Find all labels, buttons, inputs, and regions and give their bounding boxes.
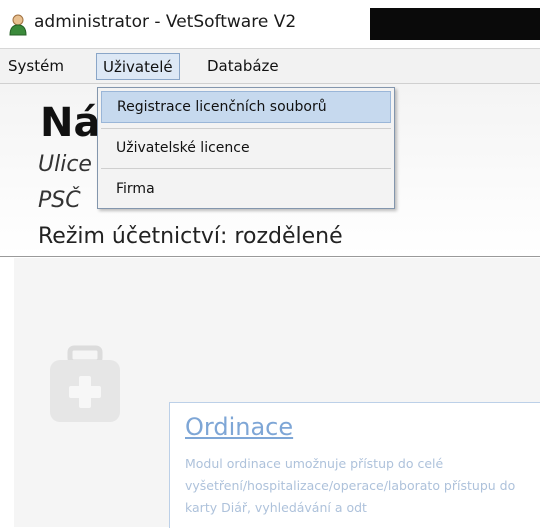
window-title: administrator - VetSoftware V2 — [34, 12, 297, 32]
menu-separator — [101, 168, 391, 169]
module-title-link[interactable]: Ordinace — [185, 413, 293, 441]
module-ordinace[interactable]: Ordinace Modul ordinace umožnuje přístup… — [169, 402, 540, 528]
menu-system[interactable]: Systém — [2, 53, 70, 80]
first-aid-kit-icon — [50, 345, 120, 422]
menu-item-user-licenses[interactable]: Uživatelské licence — [101, 132, 391, 164]
menu-item-license-registration[interactable]: Registrace licenčních souborů — [101, 91, 391, 123]
company-street: Ulice — [38, 152, 92, 177]
menu-bar: Systém Uživatelé Databáze — [0, 48, 540, 84]
user-icon — [9, 14, 27, 36]
accounting-mode: Režim účetnictví: rozdělené — [38, 224, 343, 249]
menu-database[interactable]: Databáze — [201, 53, 285, 80]
menu-item-company[interactable]: Firma — [101, 173, 391, 205]
title-bar: administrator - VetSoftware V2 — [0, 0, 540, 48]
users-dropdown-menu: Registrace licenčních souborů Uživatelsk… — [97, 87, 395, 209]
module-description: Modul ordinace umožnuje přístup do celé … — [185, 456, 516, 515]
menu-separator — [101, 128, 391, 129]
company-postal-code: PSČ — [38, 188, 81, 213]
menu-users[interactable]: Uživatelé — [96, 53, 180, 80]
company-name: Ná — [40, 100, 101, 146]
title-bar-dark-area — [370, 8, 540, 40]
